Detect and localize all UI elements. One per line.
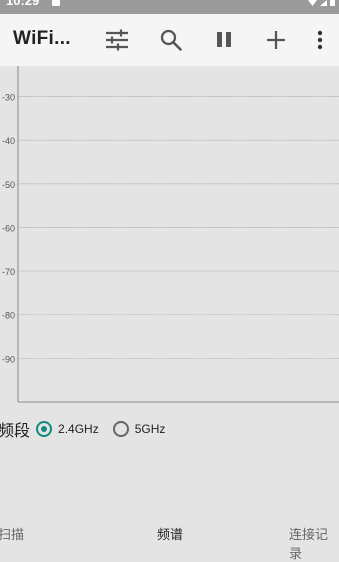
y-tick-label: -80 <box>2 311 15 321</box>
y-tick-label: -70 <box>2 267 15 277</box>
y-tick-label: -50 <box>2 180 15 190</box>
status-time: 10:29 <box>6 0 40 8</box>
app-title: WiFi... <box>13 28 71 49</box>
app-toolbar: WiFi... <box>0 14 339 66</box>
add-icon[interactable] <box>262 26 290 54</box>
radio-label-2-4ghz: 2.4GHz <box>58 422 99 436</box>
y-tick-label: -40 <box>2 136 15 146</box>
wifi-signal-icon <box>308 0 317 6</box>
band-selector: 频段 2.4GHz 5GHz <box>0 416 339 442</box>
y-tick-label: -30 <box>2 93 15 103</box>
radio-circle-2-4ghz[interactable] <box>36 421 53 437</box>
tune-icon[interactable] <box>103 26 131 54</box>
radio-label-5ghz: 5GHz <box>134 422 166 436</box>
status-bar: 10:29 <box>0 0 339 14</box>
radio-circle-5ghz[interactable] <box>112 421 129 437</box>
spectrum-chart-svg: -30-40-50-60-70-80-901234567891011121314 <box>2 66 339 416</box>
plot-area <box>18 66 339 402</box>
search-icon[interactable] <box>157 26 185 54</box>
tab-connection-history[interactable]: 连接记录 <box>289 524 339 562</box>
bottom-navigation: 扫描 频谱 连接记录 <box>0 514 339 562</box>
system-icons <box>308 0 335 6</box>
y-tick-label: -60 <box>2 223 15 233</box>
band-label: 频段 <box>0 421 31 440</box>
more-vert-icon[interactable] <box>307 26 333 54</box>
battery-icon <box>330 0 335 6</box>
tab-scan[interactable]: 扫描 <box>0 524 24 543</box>
radio-band-5ghz[interactable]: 5GHz <box>112 421 166 437</box>
cell-signal-icon <box>320 0 327 6</box>
radio-band-2-4ghz[interactable]: 2.4GHz <box>36 421 99 437</box>
spectrum-chart: -30-40-50-60-70-80-901234567891011121314 <box>0 66 339 416</box>
tab-spectrum[interactable]: 频谱 <box>157 524 183 543</box>
notification-icon <box>52 0 60 6</box>
y-tick-label: -90 <box>2 354 15 364</box>
pause-icon[interactable] <box>210 26 238 54</box>
